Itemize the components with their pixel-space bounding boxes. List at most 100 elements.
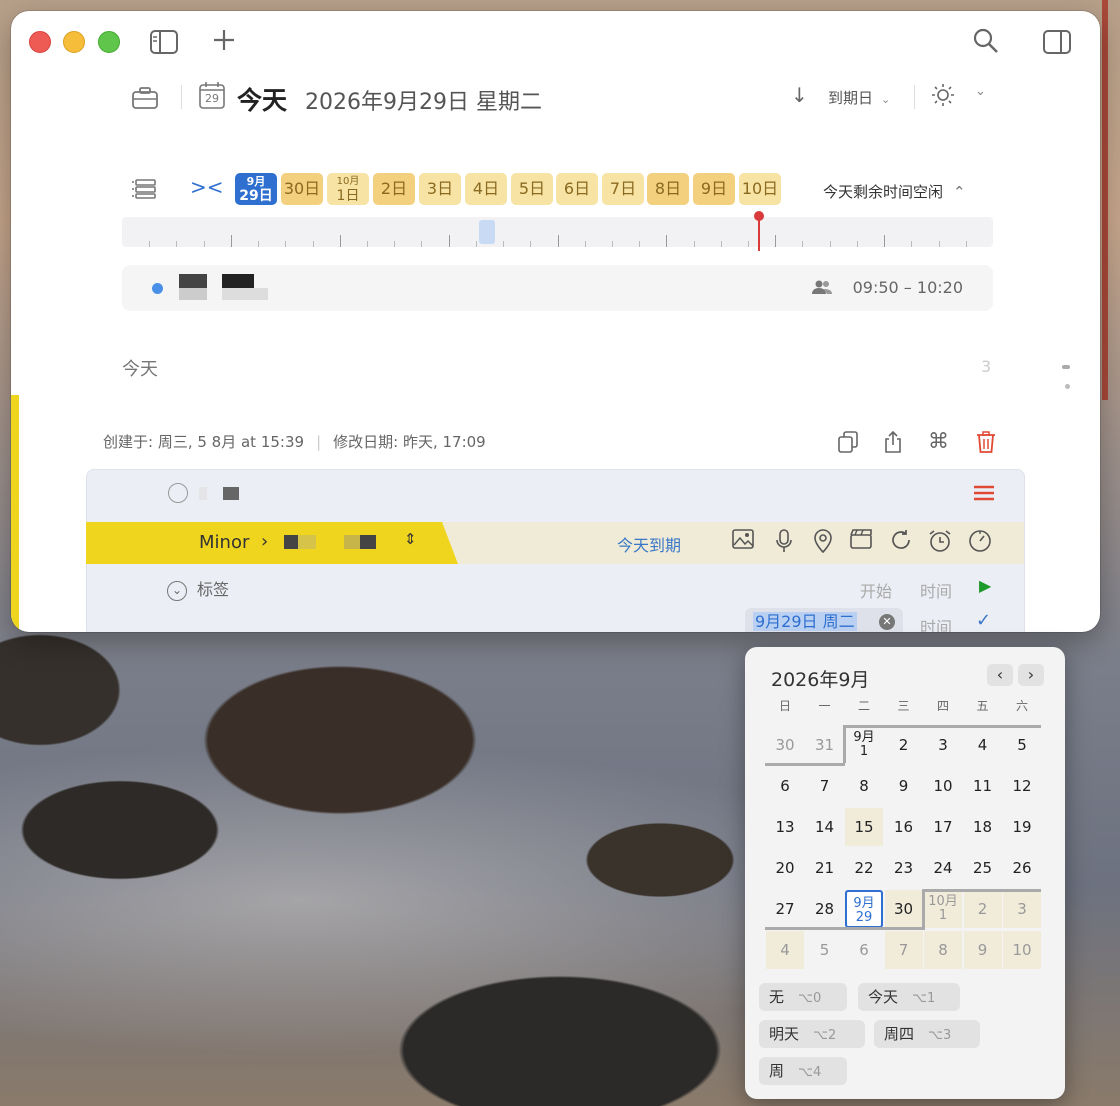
due-date-field[interactable]: 9月29日 周二 ✕ — [745, 608, 903, 632]
calendar-day-selected[interactable]: 9月 29 — [845, 890, 883, 928]
calendar-day[interactable]: 9 — [963, 931, 1002, 969]
calendar-day[interactable]: 30 — [766, 726, 804, 764]
clear-date-icon[interactable]: ✕ — [879, 614, 895, 630]
alarm-clock-icon[interactable] — [928, 529, 952, 558]
calendar-day[interactable]: 21 — [806, 849, 844, 887]
day-chip[interactable]: 2日 — [373, 173, 415, 205]
calendar-event-row[interactable]: 09:50 – 10:20 — [122, 265, 993, 311]
inspector-toggle-icon[interactable] — [1043, 30, 1071, 59]
calendar-day[interactable]: 3 — [924, 726, 962, 764]
quick-date-button[interactable]: 今天 ⌥1 — [858, 983, 960, 1011]
clapperboard-icon[interactable] — [850, 529, 872, 554]
calendar-day[interactable]: 5 — [1003, 726, 1041, 764]
chevron-down-icon-2[interactable]: ⌄ — [975, 85, 986, 98]
calendar-day[interactable]: 5 — [806, 931, 844, 969]
calendar-day[interactable]: 10月 1 — [924, 890, 962, 928]
collapse-timeline-icon[interactable]: >< — [190, 177, 224, 197]
checkmark-icon[interactable]: ✓ — [976, 610, 991, 631]
hamburger-menu-icon[interactable] — [974, 482, 994, 506]
briefcase-icon[interactable] — [132, 87, 158, 114]
search-icon[interactable] — [973, 28, 999, 59]
calendar-day[interactable]: 31 — [806, 726, 844, 764]
calendar-day[interactable]: 4 — [766, 931, 804, 969]
play-icon[interactable]: ▶ — [979, 576, 991, 595]
brightness-icon[interactable] — [931, 83, 955, 112]
sort-dropdown[interactable]: 到期日 ⌄ — [828, 87, 890, 108]
day-chip[interactable]: 4日 — [465, 173, 507, 205]
list-layout-icon[interactable] — [132, 179, 156, 204]
calendar-day[interactable]: 9月 1 — [845, 726, 883, 764]
calendar-day[interactable]: 22 — [845, 849, 883, 887]
image-icon[interactable] — [732, 529, 754, 554]
quick-date-button[interactable]: 明天 ⌥2 — [759, 1020, 865, 1048]
microphone-icon[interactable] — [775, 529, 793, 558]
free-time-status[interactable]: 今天剩余时间空闲 ⌃ — [823, 181, 966, 202]
day-chip[interactable]: 30日 — [281, 173, 323, 205]
day-chip[interactable]: 8日 — [647, 173, 689, 205]
calendar-day[interactable]: 9 — [885, 767, 923, 805]
day-chip[interactable]: 6日 — [556, 173, 598, 205]
project-selector[interactable]: Minor › ⇕ — [86, 522, 458, 564]
calendar-day[interactable]: 12 — [1003, 767, 1041, 805]
calendar-day[interactable]: 7 — [806, 767, 844, 805]
start-label[interactable]: 开始 — [860, 578, 892, 602]
calendar-day[interactable]: 27 — [766, 890, 804, 928]
add-icon[interactable] — [212, 28, 236, 57]
share-icon[interactable] — [884, 430, 902, 458]
calendar-day[interactable]: 17 — [924, 808, 962, 846]
day-chip[interactable]: 10日 — [739, 173, 781, 205]
calendar-day[interactable]: 24 — [924, 849, 962, 887]
calendar-day[interactable]: 6 — [766, 767, 804, 805]
task-complete-checkbox[interactable] — [168, 483, 188, 503]
next-month-button[interactable]: › — [1018, 664, 1044, 686]
calendar-day[interactable]: 25 — [964, 849, 1002, 887]
calendar-day[interactable]: 4 — [964, 726, 1002, 764]
minimize-window-button[interactable] — [63, 31, 85, 53]
prev-month-button[interactable]: ‹ — [987, 664, 1013, 686]
calendar-day[interactable]: 26 — [1003, 849, 1041, 887]
calendar-day[interactable]: 3 — [1003, 890, 1041, 928]
calendar-day[interactable]: 13 — [766, 808, 804, 846]
quick-date-button[interactable]: 周 ⌥4 — [759, 1057, 847, 1085]
time-track[interactable] — [122, 211, 993, 251]
calendar-day[interactable]: 19 — [1003, 808, 1041, 846]
calendar-day[interactable]: 11 — [964, 767, 1002, 805]
calendar-day[interactable]: 8 — [924, 931, 962, 969]
calendar-day[interactable]: 10 — [924, 767, 962, 805]
repeat-icon[interactable] — [890, 529, 912, 556]
calendar-day[interactable]: 18 — [964, 808, 1002, 846]
day-chip[interactable]: 10月 1日 — [327, 173, 369, 205]
zoom-window-button[interactable] — [98, 31, 120, 53]
calendar-day[interactable]: 23 — [885, 849, 923, 887]
stopwatch-icon[interactable] — [968, 529, 992, 558]
calendar-day[interactable]: 8 — [845, 767, 883, 805]
sidebar-toggle-icon[interactable] — [150, 30, 178, 59]
duplicate-icon[interactable] — [838, 431, 858, 458]
calendar-day[interactable]: 20 — [766, 849, 804, 887]
start-time-label[interactable]: 时间 — [920, 578, 952, 602]
quick-date-button[interactable]: 无 ⌥0 — [759, 983, 847, 1011]
due-status[interactable]: 今天到期 — [617, 532, 681, 556]
calendar-day[interactable]: 2 — [885, 726, 923, 764]
day-chip[interactable]: 7日 — [602, 173, 644, 205]
calendar-day[interactable]: 16 — [885, 808, 923, 846]
calendar-day[interactable]: 10 — [1003, 931, 1041, 969]
calendar-day[interactable]: 30 — [884, 890, 923, 928]
calendar-day[interactable]: 28 — [806, 890, 844, 928]
location-pin-icon[interactable] — [814, 529, 832, 558]
tags-row[interactable]: ⌄ 标签 — [167, 576, 229, 601]
day-chip-today[interactable]: 9月 29日 — [235, 173, 277, 205]
calendar-day[interactable]: 15 — [845, 808, 883, 846]
due-time-label[interactable]: 时间 — [920, 614, 952, 632]
calendar-day[interactable]: 7 — [884, 931, 923, 969]
calendar-day[interactable]: 6 — [845, 931, 883, 969]
quick-date-button[interactable]: 周四 ⌥3 — [874, 1020, 980, 1048]
day-chip[interactable]: 9日 — [693, 173, 735, 205]
day-chip[interactable]: 5日 — [511, 173, 553, 205]
calendar-day[interactable]: 2 — [963, 890, 1002, 928]
day-chip[interactable]: 3日 — [419, 173, 461, 205]
sort-direction-icon[interactable]: ↓ — [791, 85, 808, 105]
trash-icon[interactable] — [976, 431, 996, 458]
calendar-day[interactable]: 14 — [806, 808, 844, 846]
command-icon[interactable]: ⌘ — [928, 429, 949, 453]
